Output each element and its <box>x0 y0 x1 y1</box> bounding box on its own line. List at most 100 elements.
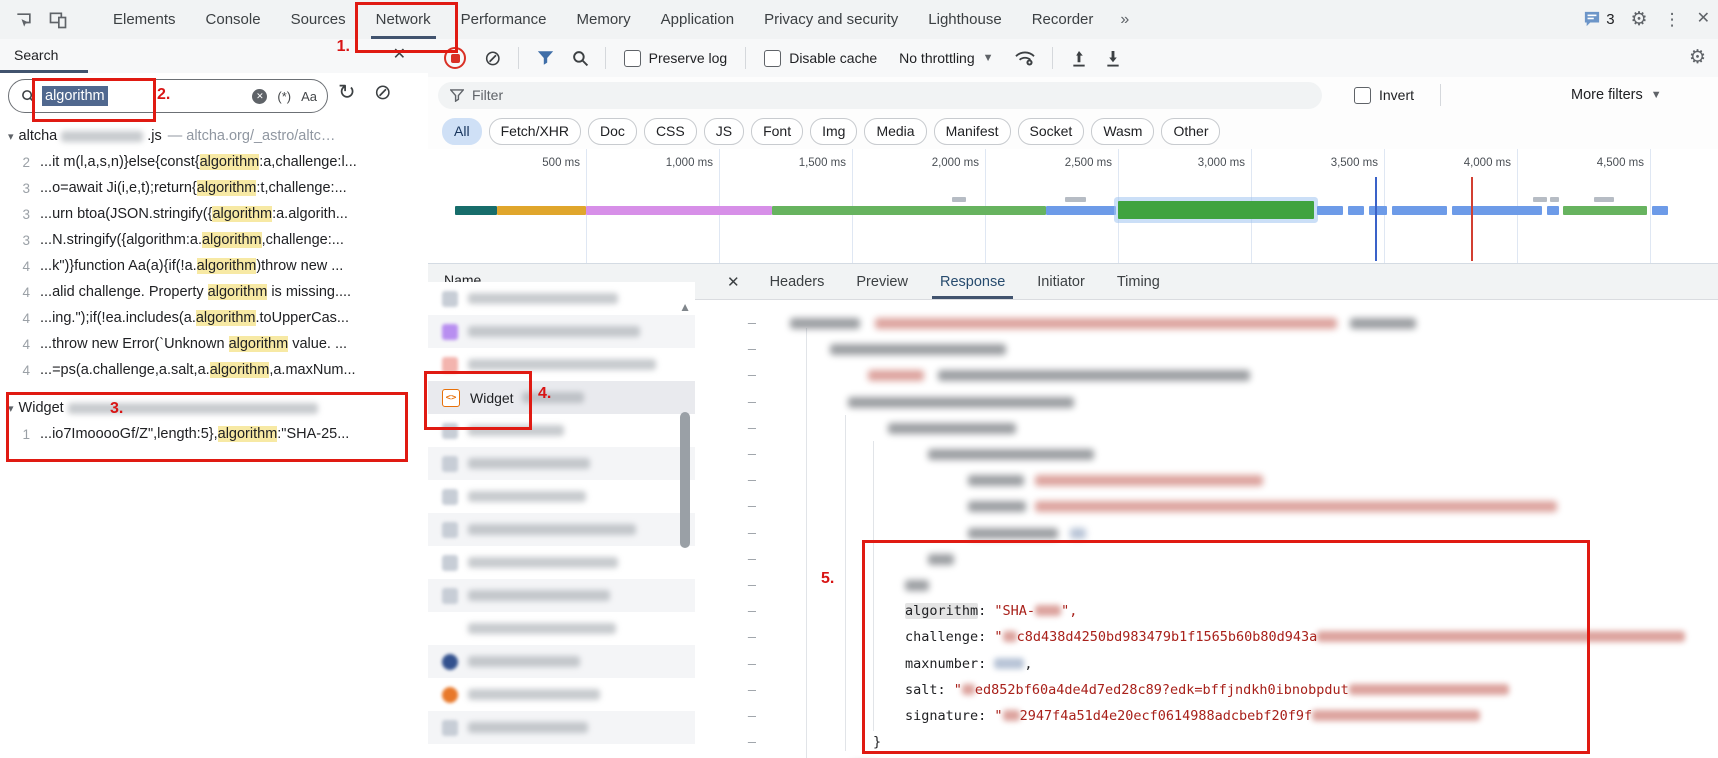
tab-console[interactable]: Console <box>191 0 276 39</box>
request-row[interactable] <box>428 282 695 315</box>
type-filter-wasm[interactable]: Wasm <box>1091 118 1154 145</box>
device-toolbar-icon[interactable] <box>46 8 70 32</box>
scrollbar-thumb[interactable] <box>680 412 690 548</box>
script-file-icon: <> <box>442 389 460 407</box>
detail-tab-timing[interactable]: Timing <box>1101 264 1176 299</box>
tab-application[interactable]: Application <box>646 0 749 39</box>
type-filter-doc[interactable]: Doc <box>588 118 637 145</box>
network-settings-gear-icon[interactable]: ⚙ <box>1689 48 1706 67</box>
tab-elements[interactable]: Elements <box>98 0 191 39</box>
request-row[interactable] <box>428 315 695 348</box>
detail-tab-preview[interactable]: Preview <box>840 264 924 299</box>
timeline-tick-label: 4,000 ms <box>1425 157 1511 169</box>
tab-sources[interactable]: Sources <box>276 0 361 39</box>
search-match-line[interactable]: 4...=ps(a.challenge,a.salt,a.algorithm,a… <box>0 357 428 383</box>
issues-badge[interactable]: 3 <box>1583 11 1614 28</box>
detail-tab-response[interactable]: Response <box>924 264 1021 299</box>
tab-recorder[interactable]: Recorder <box>1017 0 1109 39</box>
redacted-code <box>905 580 929 591</box>
match-highlight: algorithm <box>212 206 272 222</box>
request-row[interactable] <box>428 513 695 546</box>
request-row[interactable] <box>428 645 695 678</box>
filter-funnel-icon[interactable] <box>537 50 554 66</box>
tab-network[interactable]: Network <box>361 0 446 39</box>
tab-performance[interactable]: Performance <box>446 0 562 39</box>
close-devtools-icon[interactable]: ✕ <box>1697 11 1710 27</box>
search-match-line[interactable]: 3...o=await Ji(i,e,t);return{algorithm:t… <box>0 175 428 201</box>
search-match-line[interactable]: 4...alid challenge. Property algorithm i… <box>0 279 428 305</box>
request-row[interactable] <box>428 546 695 579</box>
request-row[interactable] <box>428 447 695 480</box>
invert-checkbox[interactable] <box>1354 87 1371 104</box>
network-conditions-icon[interactable] <box>1014 49 1036 67</box>
match-case-toggle[interactable]: Aa <box>301 89 317 104</box>
import-har-icon[interactable] <box>1071 50 1087 67</box>
type-filter-socket[interactable]: Socket <box>1018 118 1085 145</box>
search-match-line[interactable]: 3...urn btoa(JSON.stringify({algorithm:a… <box>0 201 428 227</box>
close-detail-icon[interactable]: ✕ <box>695 264 754 299</box>
type-filter-fetch-xhr[interactable]: Fetch/XHR <box>489 118 581 145</box>
search-match-line[interactable]: 4...k")}function Aa(a){if(!a.algorithm)t… <box>0 253 428 279</box>
request-name: Widget <box>470 390 514 406</box>
waterfall-bar <box>772 206 1046 215</box>
search-match-line[interactable]: 4...throw new Error(`Unknown algorithm v… <box>0 331 428 357</box>
request-row[interactable] <box>428 348 695 381</box>
request-row[interactable] <box>428 612 695 645</box>
request-row[interactable] <box>428 711 695 744</box>
request-row[interactable] <box>428 579 695 612</box>
filter-input[interactable]: Filter <box>438 82 1322 109</box>
network-overview-timeline[interactable]: 500 ms1,000 ms1,500 ms2,000 ms2,500 ms3,… <box>428 149 1718 264</box>
throttling-select[interactable]: No throttling <box>899 50 974 66</box>
type-filter-all[interactable]: All <box>442 118 482 145</box>
search-match-line[interactable]: 4...ing.");if(!ea.includes(a.algorithm.t… <box>0 305 428 331</box>
type-filter-css[interactable]: CSS <box>644 118 697 145</box>
clear-query-icon[interactable]: ✕ <box>252 89 267 104</box>
type-filter-font[interactable]: Font <box>751 118 803 145</box>
inspect-element-icon[interactable] <box>12 8 36 32</box>
network-search-icon[interactable] <box>572 50 589 67</box>
search-match-line[interactable]: 2...it m(l,a,s,n)}else{const{algorithm:a… <box>0 149 428 175</box>
preserve-log-checkbox[interactable] <box>624 50 641 67</box>
scroll-up-arrow-icon[interactable]: ▲ <box>679 300 691 314</box>
waterfall-bar <box>1452 206 1542 215</box>
search-close-icon[interactable]: ✕ <box>393 44 406 64</box>
match-highlight: algorithm <box>200 154 260 170</box>
search-input[interactable]: algorithm ✕ (*) Aa <box>8 79 328 113</box>
request-row[interactable] <box>428 678 695 711</box>
more-filters-button[interactable]: More filters ▼ <box>1571 87 1662 103</box>
type-filter-manifest[interactable]: Manifest <box>934 118 1011 145</box>
record-network-log-button[interactable] <box>444 47 466 69</box>
request-row[interactable] <box>428 480 695 513</box>
request-row-widget[interactable]: <> Widget <box>428 381 695 414</box>
resource-icon <box>442 555 458 571</box>
search-refresh-icon[interactable]: ↻ <box>338 80 356 105</box>
more-options-dots-icon[interactable]: ⋮ <box>1664 11 1681 28</box>
disable-cache-checkbox[interactable] <box>764 50 781 67</box>
type-filter-js[interactable]: JS <box>704 118 744 145</box>
json-string-value: ed852bf60a4de4d7ed28c89?edk=bffjndkh0ibn… <box>975 682 1349 698</box>
type-filter-media[interactable]: Media <box>864 118 926 145</box>
tab-memory[interactable]: Memory <box>562 0 646 39</box>
type-filter-img[interactable]: Img <box>810 118 857 145</box>
type-filter-other[interactable]: Other <box>1161 118 1220 145</box>
tab-privacy-and-security[interactable]: Privacy and security <box>749 0 913 39</box>
match-text: ...k")}function Aa(a){if(!a.algorithm)th… <box>40 258 343 274</box>
request-row[interactable] <box>428 414 695 447</box>
export-har-icon[interactable] <box>1105 50 1121 67</box>
detail-tab-initiator[interactable]: Initiator <box>1021 264 1101 299</box>
search-file-header[interactable]: ▾Widget <box>0 395 428 421</box>
clear-network-log-icon[interactable]: ⊘ <box>484 48 502 69</box>
redacted-code <box>968 528 1058 539</box>
search-match-line[interactable]: 3...N.stringify({algorithm:a.algorithm,c… <box>0 227 428 253</box>
settings-gear-icon[interactable]: ⚙ <box>1631 10 1648 29</box>
regex-toggle[interactable]: (*) <box>277 89 291 104</box>
tab-lighthouse[interactable]: Lighthouse <box>913 0 1016 39</box>
detail-tab-headers[interactable]: Headers <box>754 264 841 299</box>
search-match-line[interactable]: 1...io7ImooooGf/Z",length:5},algorithm:"… <box>0 421 428 447</box>
match-text: ...o=await Ji(i,e,t);return{algorithm:t,… <box>40 180 347 196</box>
search-clear-results-icon[interactable]: ⊘ <box>374 80 392 105</box>
search-file-header[interactable]: ▾altcha.js— altcha.org/_astro/altc… <box>0 123 428 149</box>
response-code-viewer[interactable]: ––––––––––––algorithm: "SHA-",–challenge… <box>695 300 1718 758</box>
filter-placeholder: Filter <box>472 87 503 103</box>
more-tabs-chevron[interactable]: » <box>1108 0 1141 39</box>
